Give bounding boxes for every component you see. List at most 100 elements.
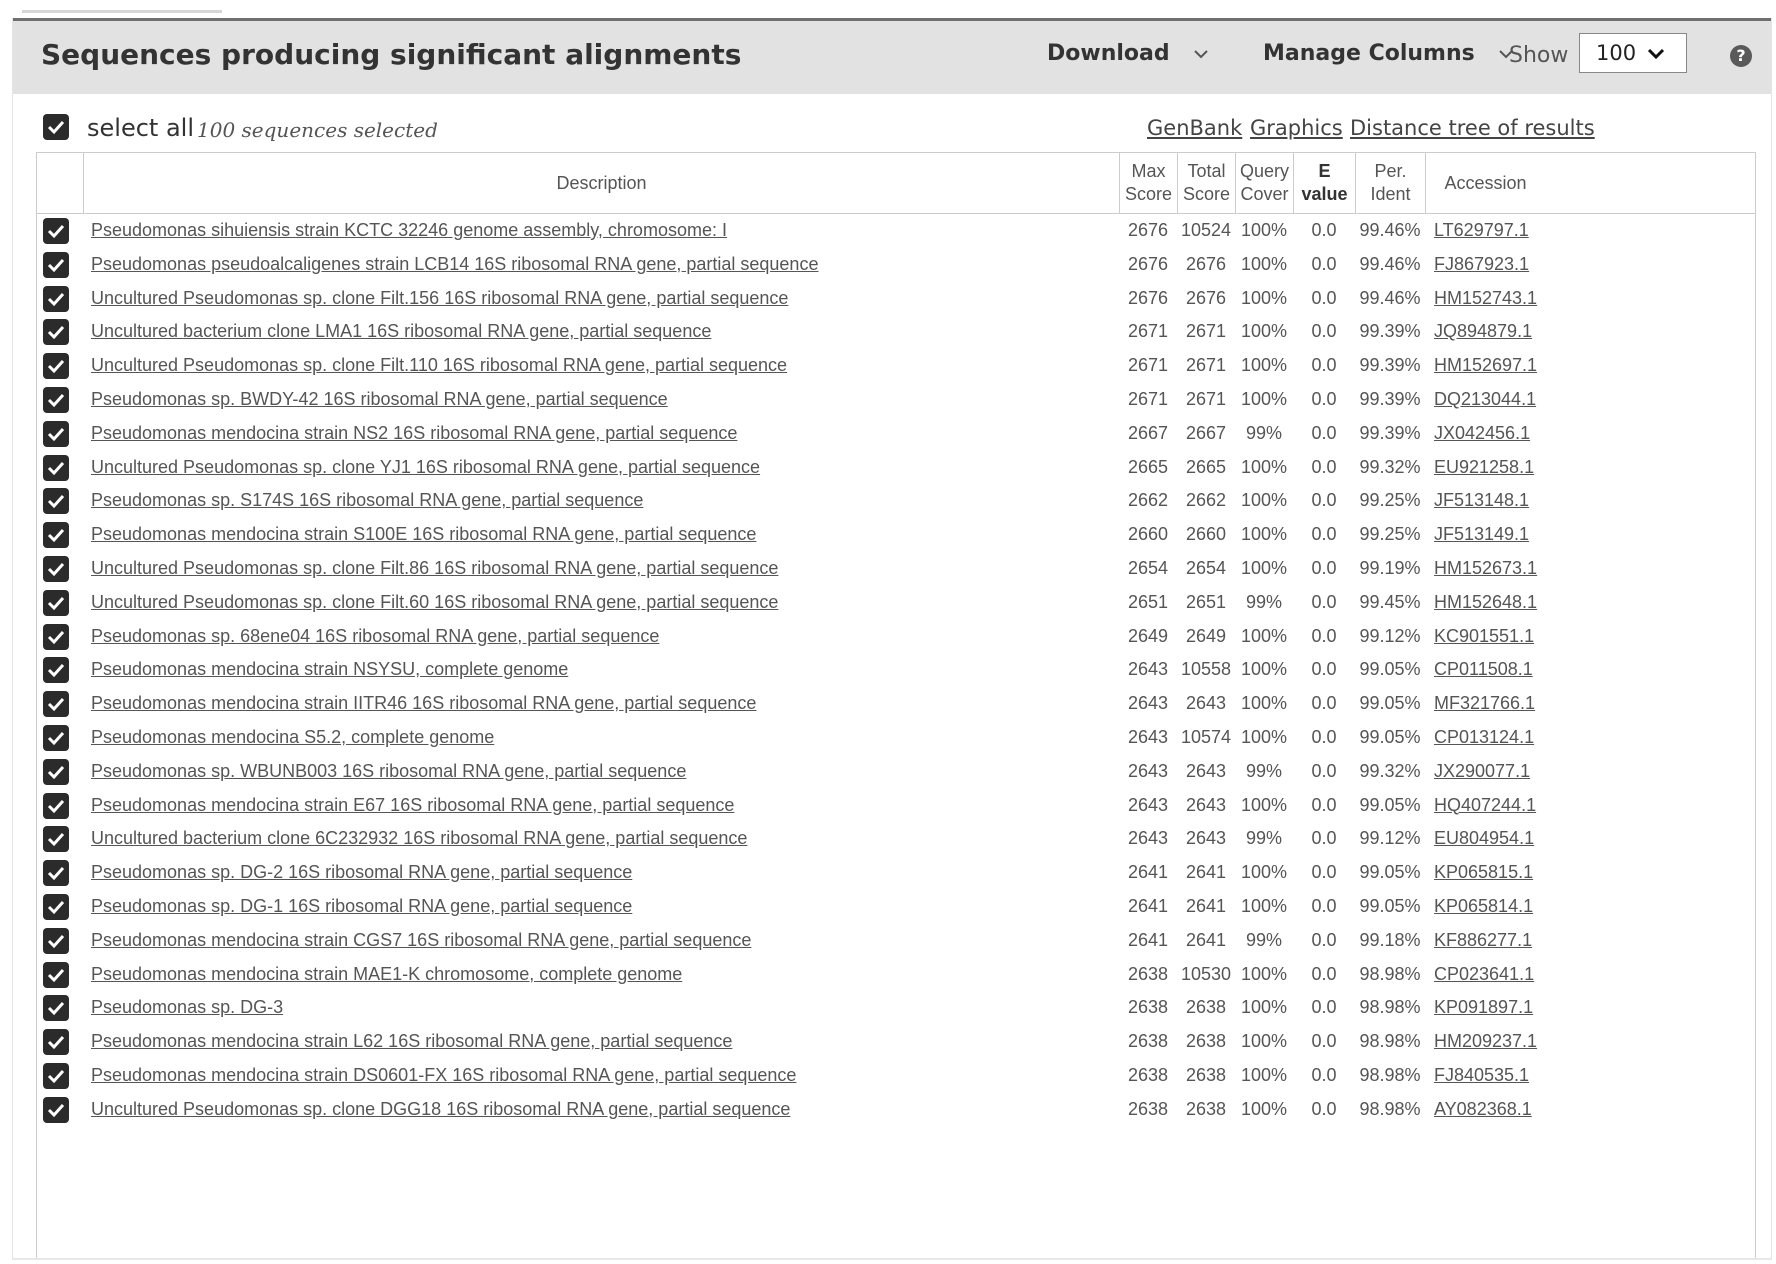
row-description-link[interactable]: Pseudomonas sp. 68ene04 16S ribosomal RN… xyxy=(91,626,659,647)
row-description-link[interactable]: Pseudomonas sp. WBUNB003 16S ribosomal R… xyxy=(91,761,686,782)
row-description-link[interactable]: Pseudomonas mendocina strain L62 16S rib… xyxy=(91,1031,732,1052)
row-accession-link[interactable]: FJ867923.1 xyxy=(1434,254,1529,275)
row-accession-link[interactable]: LT629797.1 xyxy=(1434,220,1529,241)
row-accession-link[interactable]: KF886277.1 xyxy=(1434,930,1532,951)
row-description-link[interactable]: Uncultured Pseudomonas sp. clone Filt.86… xyxy=(91,558,778,579)
row-accession-link[interactable]: JX290077.1 xyxy=(1434,761,1530,782)
row-checkbox[interactable] xyxy=(43,758,69,785)
row-description-link[interactable]: Uncultured Pseudomonas sp. clone Filt.60… xyxy=(91,592,778,613)
row-checkbox[interactable] xyxy=(43,454,69,481)
row-checkbox[interactable] xyxy=(43,420,69,447)
row-checkbox[interactable] xyxy=(43,995,69,1022)
manage-columns-menu[interactable]: Manage Columns xyxy=(1263,41,1515,66)
row-checkbox[interactable] xyxy=(43,589,69,616)
row-description-link[interactable]: Pseudomonas mendocina strain CGS7 16S ri… xyxy=(91,930,751,951)
row-checkbox[interactable] xyxy=(43,691,69,718)
row-checkbox[interactable] xyxy=(43,826,69,853)
row-accession-link[interactable]: AY082368.1 xyxy=(1434,1099,1532,1120)
row-checkbox[interactable] xyxy=(43,725,69,751)
row-checkbox[interactable] xyxy=(43,251,69,278)
row-accession-link[interactable]: KP091897.1 xyxy=(1434,997,1533,1018)
row-description-link[interactable]: Pseudomonas mendocina strain S100E 16S r… xyxy=(91,524,756,545)
row-per-ident: 99.39% xyxy=(1359,355,1421,376)
col-per-ident-line1: Per. xyxy=(1374,161,1407,181)
row-description-link[interactable]: Pseudomonas sp. S174S 16S ribosomal RNA … xyxy=(91,490,643,511)
row-description-link[interactable]: Pseudomonas sp. DG-2 16S ribosomal RNA g… xyxy=(91,862,632,883)
row-checkbox[interactable] xyxy=(43,927,69,954)
row-description-link[interactable]: Uncultured Pseudomonas sp. clone Filt.15… xyxy=(91,288,788,309)
row-checkbox[interactable] xyxy=(43,1096,69,1123)
show-count-select[interactable]: 100 xyxy=(1579,33,1687,73)
row-description-link[interactable]: Uncultured Pseudomonas sp. clone YJ1 16S… xyxy=(91,457,760,478)
row-description-link[interactable]: Pseudomonas sihuiensis strain KCTC 32246… xyxy=(91,220,727,241)
row-checkbox[interactable] xyxy=(43,353,69,380)
row-checkbox[interactable] xyxy=(43,319,69,346)
row-description-link[interactable]: Uncultured Pseudomonas sp. clone DGG18 1… xyxy=(91,1099,790,1120)
row-description-link[interactable]: Pseudomonas mendocina strain E67 16S rib… xyxy=(91,795,734,816)
row-checkbox[interactable] xyxy=(43,792,69,819)
row-checkbox[interactable] xyxy=(43,285,69,312)
row-accession-link[interactable]: EU921258.1 xyxy=(1434,457,1534,478)
row-accession-link[interactable]: JF513148.1 xyxy=(1434,490,1529,511)
row-description-link[interactable]: Pseudomonas mendocina strain DS0601-FX 1… xyxy=(91,1065,796,1086)
col-description[interactable]: Description xyxy=(83,153,1119,213)
row-accession-link[interactable]: FJ840535.1 xyxy=(1434,1065,1529,1086)
row-accession-link[interactable]: CP013124.1 xyxy=(1434,727,1534,748)
row-checkbox[interactable] xyxy=(43,218,69,244)
col-e-value[interactable]: Evalue xyxy=(1293,153,1355,213)
row-description-link[interactable]: Pseudomonas mendocina strain NS2 16S rib… xyxy=(91,423,737,444)
row-checkbox[interactable] xyxy=(43,556,69,582)
row-accession-link[interactable]: MF321766.1 xyxy=(1434,693,1535,714)
row-checkbox[interactable] xyxy=(43,1063,69,1089)
col-max-score[interactable]: Max Score xyxy=(1119,153,1177,213)
row-description-link[interactable]: Pseudomonas sp. BWDY-42 16S ribosomal RN… xyxy=(91,389,668,410)
row-accession-link[interactable]: HM152673.1 xyxy=(1434,558,1537,579)
row-accession-link[interactable]: HM152697.1 xyxy=(1434,355,1537,376)
download-menu[interactable]: Download xyxy=(1047,41,1210,66)
row-accession-link[interactable]: JQ894879.1 xyxy=(1434,321,1532,342)
row-accession-link[interactable]: HM152743.1 xyxy=(1434,288,1537,309)
col-total-score[interactable]: Total Score xyxy=(1177,153,1235,213)
row-description-link[interactable]: Uncultured bacterium clone 6C232932 16S … xyxy=(91,828,747,849)
row-checkbox[interactable] xyxy=(43,961,69,988)
row-checkbox[interactable] xyxy=(43,657,69,684)
row-checkbox[interactable] xyxy=(43,623,69,650)
row-checkbox[interactable] xyxy=(43,387,69,413)
row-accession-link[interactable]: JF513149.1 xyxy=(1434,524,1529,545)
col-per-ident[interactable]: Per. Ident xyxy=(1355,153,1425,213)
row-description-link[interactable]: Uncultured bacterium clone LMA1 16S ribo… xyxy=(91,321,711,342)
row-checkbox[interactable] xyxy=(43,522,69,549)
row-accession-link[interactable]: CP011508.1 xyxy=(1434,659,1533,680)
row-accession-link[interactable]: HM152648.1 xyxy=(1434,592,1537,613)
graphics-link[interactable]: Graphics xyxy=(1250,116,1343,140)
row-accession-link[interactable]: DQ213044.1 xyxy=(1434,389,1536,410)
row-description-link[interactable]: Pseudomonas pseudoalcaligenes strain LCB… xyxy=(91,254,818,275)
row-accession-link[interactable]: EU804954.1 xyxy=(1434,828,1534,849)
row-description-link[interactable]: Pseudomonas mendocina strain NSYSU, comp… xyxy=(91,659,568,680)
row-checkbox[interactable] xyxy=(43,488,69,515)
row-checkbox[interactable] xyxy=(43,860,69,887)
row-accession-link[interactable]: JX042456.1 xyxy=(1434,423,1530,444)
genbank-link[interactable]: GenBank xyxy=(1147,116,1242,140)
row-description-link[interactable]: Pseudomonas mendocina S5.2, complete gen… xyxy=(91,727,494,748)
row-description-link[interactable]: Pseudomonas sp. DG-1 16S ribosomal RNA g… xyxy=(91,896,632,917)
row-description-link[interactable]: Uncultured Pseudomonas sp. clone Filt.11… xyxy=(91,355,787,376)
row-description-link[interactable]: Pseudomonas mendocina strain IITR46 16S … xyxy=(91,693,756,714)
row-accession-link[interactable]: HQ407244.1 xyxy=(1434,795,1536,816)
row-accession-link[interactable]: HM209237.1 xyxy=(1434,1031,1537,1052)
help-icon[interactable]: ? xyxy=(1730,45,1752,67)
row-accession-link[interactable]: KC901551.1 xyxy=(1434,626,1534,647)
col-accession[interactable]: Accession xyxy=(1425,153,1545,213)
select-all-checkbox[interactable] xyxy=(43,114,69,140)
distance-tree-link[interactable]: Distance tree of results xyxy=(1350,116,1595,140)
row-checkbox[interactable] xyxy=(43,1029,69,1056)
row-max-score: 2643 xyxy=(1127,760,1169,781)
row-accession-link[interactable]: KP065815.1 xyxy=(1434,862,1533,883)
row-per-ident: 99.12% xyxy=(1359,625,1421,646)
row-description-link[interactable]: Pseudomonas mendocina strain MAE1-K chro… xyxy=(91,964,682,985)
row-accession-link[interactable]: CP023641.1 xyxy=(1434,964,1534,985)
row-checkbox[interactable] xyxy=(43,894,69,920)
row-description-link[interactable]: Pseudomonas sp. DG-3 xyxy=(91,997,283,1018)
col-query-cover[interactable]: Query Cover xyxy=(1235,153,1293,213)
row-accession-link[interactable]: KP065814.1 xyxy=(1434,896,1533,917)
